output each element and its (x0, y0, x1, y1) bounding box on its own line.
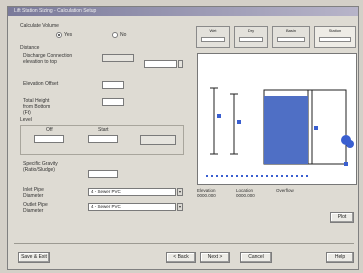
distance-label: Distance (20, 45, 40, 51)
level-label: Level (20, 117, 32, 123)
inlet-pipe-label: Inlet Pipe Diameter (23, 187, 44, 199)
discharge-connection-label: Discharge Connection elevation to top (23, 53, 73, 65)
tab-station-field (319, 37, 351, 42)
radio-yes-label: Yes (64, 32, 73, 38)
tab-basin[interactable]: Basin (272, 26, 310, 48)
pump-motor-icon (346, 140, 354, 148)
level-off-input[interactable] (34, 135, 64, 143)
tab-dry-field (239, 37, 263, 42)
help-button[interactable]: Help (326, 252, 354, 263)
tab-station[interactable]: Station (314, 26, 356, 48)
tab-wet-field (201, 37, 225, 42)
outlet-pipe-select[interactable]: 4 - Sewer PVC (88, 203, 176, 211)
tab-basin-label: Basin (285, 28, 296, 33)
legend-elevation-value: 0000.000 (197, 193, 216, 198)
radio-no-label: No (120, 32, 127, 38)
dim-marker-1 (217, 114, 221, 118)
tab-basin-field (277, 37, 305, 42)
footer-separator (14, 243, 354, 244)
legend-overflow-name: Overflow (276, 188, 294, 193)
inlet-pipe-select[interactable]: 4 - Sewer PVC (88, 188, 176, 196)
total-height-input[interactable] (102, 98, 124, 106)
calc-method-label: Calculate Volume (20, 23, 59, 29)
station-diagram (197, 53, 357, 185)
discharge-connection-extra-input[interactable] (144, 60, 177, 68)
window-title: Lift Station Sizing - Calculation Setup (8, 7, 358, 16)
dimension-left-2 (230, 93, 238, 155)
inlet-pipe-dropdown-arrow[interactable] (177, 188, 183, 196)
legend-location: Location 0000.000 (236, 188, 255, 198)
tab-dry[interactable]: Dry (234, 26, 268, 48)
specific-gravity-input[interactable] (88, 170, 118, 178)
outlet-pipe-dropdown-arrow[interactable] (177, 203, 183, 211)
specific-gravity-label: Specific Gravity (Ratio/Sludge) (23, 161, 58, 173)
tab-station-label: Station (328, 28, 342, 33)
save-exit-button[interactable]: Save & Exit (18, 252, 50, 263)
station-diagram-svg (206, 87, 354, 177)
basin-water (264, 96, 308, 164)
legend-location-value: 0000.000 (236, 193, 255, 198)
setup-window: Lift Station Sizing - Calculation Setup … (7, 6, 359, 270)
level-marker (314, 126, 318, 130)
radio-no[interactable] (112, 32, 118, 38)
discharge-spin[interactable] (178, 60, 183, 68)
discharge-marker (344, 162, 348, 166)
next-button[interactable]: Next > (200, 252, 230, 263)
back-button[interactable]: < Back (166, 252, 196, 263)
level-off-label: Off (46, 127, 53, 133)
legend-elevation: Elevation 0000.000 (197, 188, 216, 198)
elevation-offset-input[interactable] (102, 81, 124, 89)
level-start-label: Start (98, 127, 109, 133)
tab-wet[interactable]: Wet (196, 26, 230, 48)
tab-wet-label: Wet (209, 28, 217, 33)
legend-overflow: Overflow (276, 188, 294, 193)
dim-marker-2 (237, 120, 241, 124)
cancel-button[interactable]: Cancel (240, 252, 272, 263)
plot-button[interactable]: Plot (330, 212, 354, 223)
elevation-offset-label: Elevation Offset (23, 81, 59, 87)
discharge-connection-input[interactable] (102, 54, 134, 62)
outlet-pipe-label: Outlet Pipe Diameter (23, 202, 48, 214)
level-start-input[interactable] (88, 135, 118, 143)
radio-yes[interactable] (56, 32, 62, 38)
level-result-box (140, 135, 176, 145)
dimension-left-1 (210, 87, 218, 155)
tab-dry-label: Dry (247, 28, 255, 33)
total-height-label: Total Height from Bottom (Ft) (23, 98, 51, 116)
